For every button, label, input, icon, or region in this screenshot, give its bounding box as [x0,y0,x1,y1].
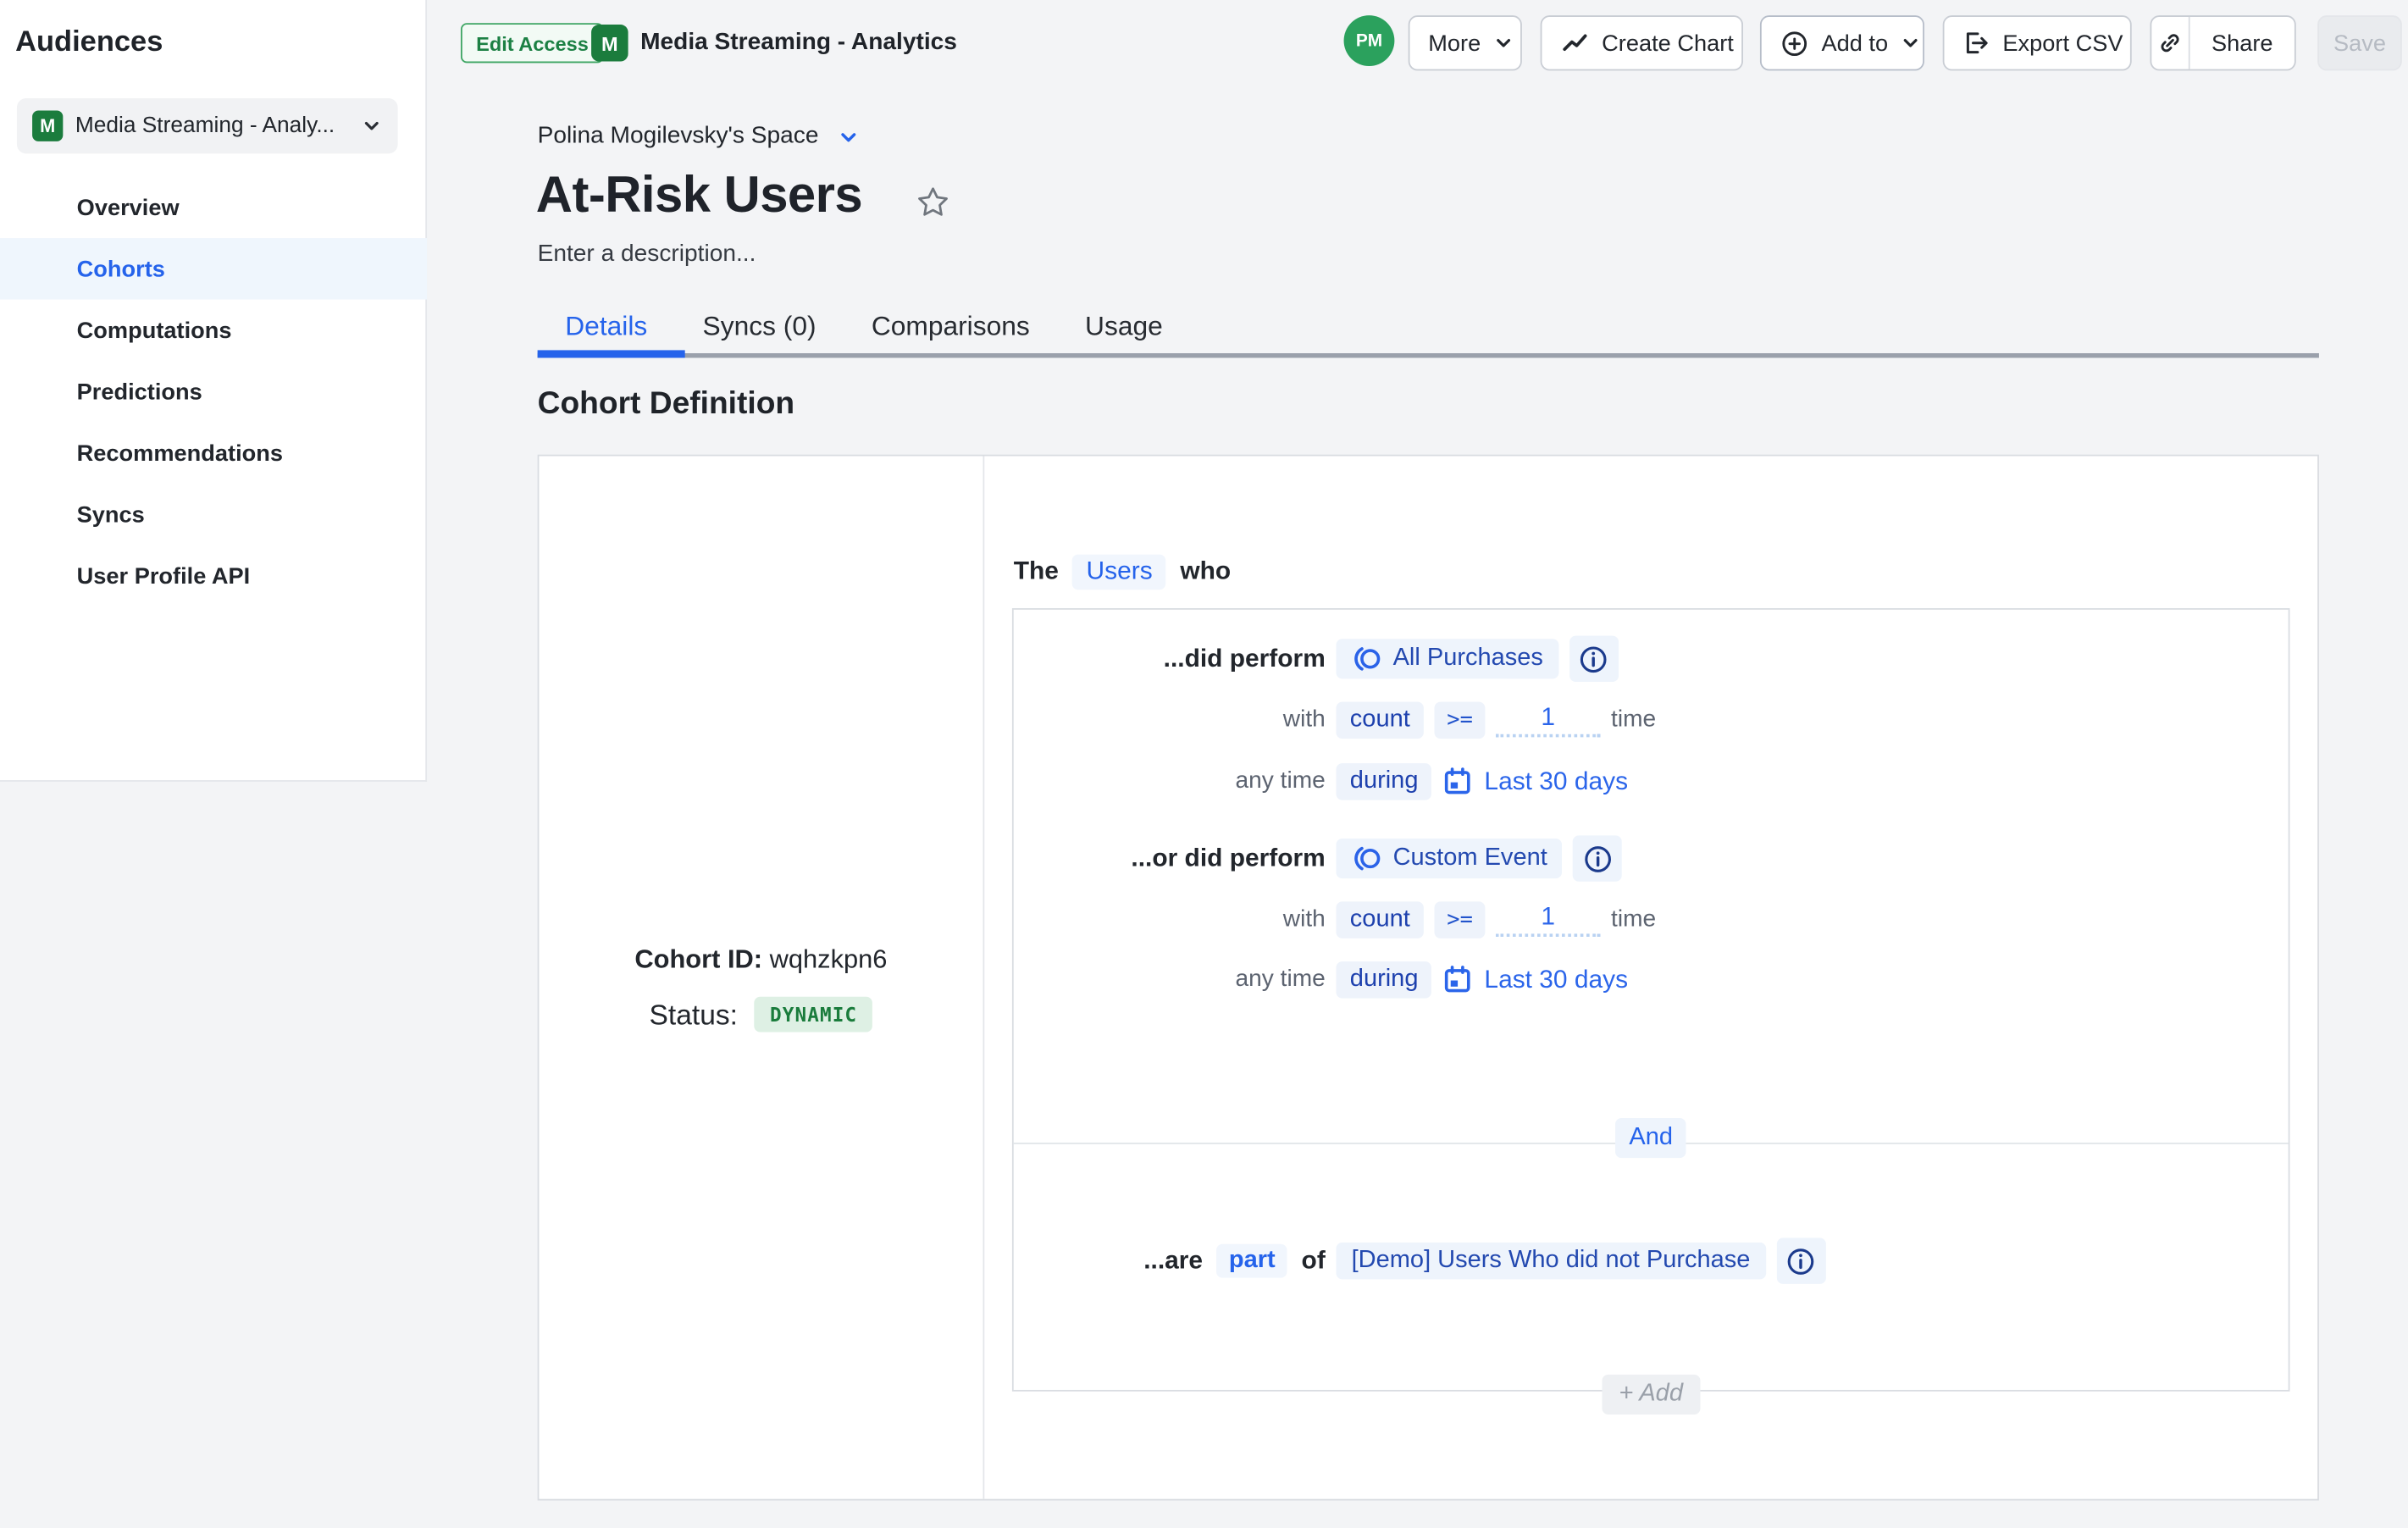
space-breadcrumb[interactable]: Polina Mogilevsky's Space [538,123,861,151]
aggregation-selector[interactable]: count [1336,702,1424,739]
tab-usage[interactable]: Usage [1057,298,1190,353]
chevron-down-icon [1901,32,1922,53]
membership-row: ...are part of [Demo] Users Who did not … [1014,1237,2289,1283]
sidebar-nav: Overview Cohorts Computations Prediction… [0,177,427,607]
sidebar-item-recommendations[interactable]: Recommendations [0,423,427,484]
sidebar-item-cohorts[interactable]: Cohorts [0,238,427,300]
panel-divider [983,457,984,1499]
export-icon [1962,29,1990,57]
tab-bar: Details Syncs (0) Comparisons Usage [538,298,1191,353]
cohort-status: Status: DYNAMIC [539,997,983,1033]
project-initial-badge-header: M [591,25,628,62]
chevron-down-icon [837,125,860,148]
more-button[interactable]: More [1409,15,1522,70]
cohort-sentence: The Users who [1014,550,1231,593]
condition-row: ...did perform All Purchases [1014,636,2289,682]
cohort-selector[interactable]: [Demo] Users Who did not Purchase [1336,1243,1765,1280]
condition-row: with count >= 1 time [1014,697,2289,743]
sidebar-item-computations[interactable]: Computations [0,300,427,362]
condition-row: any time during Last 30 days [1014,759,2289,805]
time-mode-selector[interactable]: during [1336,763,1431,800]
project-title: Media Streaming - Analytics [640,29,957,57]
chevron-down-icon [1493,32,1514,53]
project-initial-badge: M [32,111,63,141]
sidebar-item-overview[interactable]: Overview [0,177,427,239]
cohort-id: Cohort ID: wqhzkpn6 [539,944,983,975]
cohort-info-button[interactable] [1776,1237,1825,1283]
circle-plus-icon [1780,29,1808,58]
cohort-definition-panel: Cohort ID: wqhzkpn6 Status: DYNAMIC The … [538,455,2319,1501]
project-selector[interactable]: M Media Streaming - Analy... [17,98,398,153]
count-value-input[interactable]: 1 [1496,703,1600,737]
subject-selector[interactable]: Users [1072,554,1166,590]
line-chart-icon [1560,29,1589,58]
sidebar-item-predictions[interactable]: Predictions [0,361,427,423]
event-icon [1352,644,1382,674]
user-avatar[interactable]: PM [1344,15,1395,66]
and-operator[interactable]: And [1615,1118,1686,1158]
operator-selector[interactable]: >= [1435,901,1486,938]
sidebar-item-syncs[interactable]: Syncs [0,484,427,545]
info-icon [1786,1246,1815,1275]
conditions-box: ...did perform All Purchases with count … [1012,608,2290,1392]
sidebar-title: Audiences [15,26,163,60]
operator-selector[interactable]: >= [1435,702,1486,739]
export-csv-button[interactable]: Export CSV [1943,15,2132,70]
tab-comparisons[interactable]: Comparisons [844,298,1057,353]
page-title: At-Risk Users [536,166,862,224]
event-info-button[interactable] [1569,636,1619,682]
event-icon [1352,843,1382,873]
count-value-input[interactable]: 1 [1496,903,1600,937]
link-icon [2156,29,2184,57]
create-chart-button[interactable]: Create Chart [1541,15,1743,70]
aggregation-selector[interactable]: count [1336,901,1424,938]
info-icon [1580,645,1608,673]
page: Audiences M Media Streaming - Analy... O… [0,0,2408,1528]
tab-details[interactable]: Details [538,298,675,353]
project-selector-label: Media Streaming - Analy... [75,113,361,138]
add-condition-button[interactable]: + Add [1602,1375,1699,1415]
calendar-icon [1442,767,1473,797]
sidebar: Audiences M Media Streaming - Analy... O… [0,0,427,782]
tab-underline-track [538,353,2319,357]
copy-link-button[interactable] [2151,17,2189,69]
date-range-selector[interactable]: Last 30 days [1442,965,1628,995]
event-selector[interactable]: All Purchases [1336,639,1558,678]
description-placeholder[interactable]: Enter a description... [538,241,756,269]
save-button[interactable]: Save [2317,15,2402,70]
event-selector[interactable]: Custom Event [1336,839,1562,878]
active-tab-indicator [538,350,685,357]
edit-access-badge[interactable]: Edit Access [461,23,604,63]
info-icon [1583,844,1612,872]
section-title: Cohort Definition [538,385,795,423]
favorite-star-icon[interactable] [916,185,951,220]
condition-row: ...or did perform Custom Event [1014,835,2289,881]
condition-row: with count >= 1 time [1014,897,2289,943]
share-button-group: Share [2150,15,2295,70]
share-button[interactable]: Share [2190,17,2295,69]
event-info-button[interactable] [1574,835,1623,881]
condition-row: any time during Last 30 days [1014,957,2289,1003]
membership-mode-selector[interactable]: part [1216,1244,1287,1278]
chevron-down-icon [361,115,382,136]
sidebar-item-user-profile-api[interactable]: User Profile API [0,545,427,607]
date-range-selector[interactable]: Last 30 days [1442,767,1628,797]
status-badge: DYNAMIC [755,997,872,1033]
calendar-icon [1442,965,1473,995]
add-to-button[interactable]: Add to [1760,15,1924,70]
time-mode-selector[interactable]: during [1336,961,1431,999]
tab-syncs[interactable]: Syncs (0) [675,298,844,353]
